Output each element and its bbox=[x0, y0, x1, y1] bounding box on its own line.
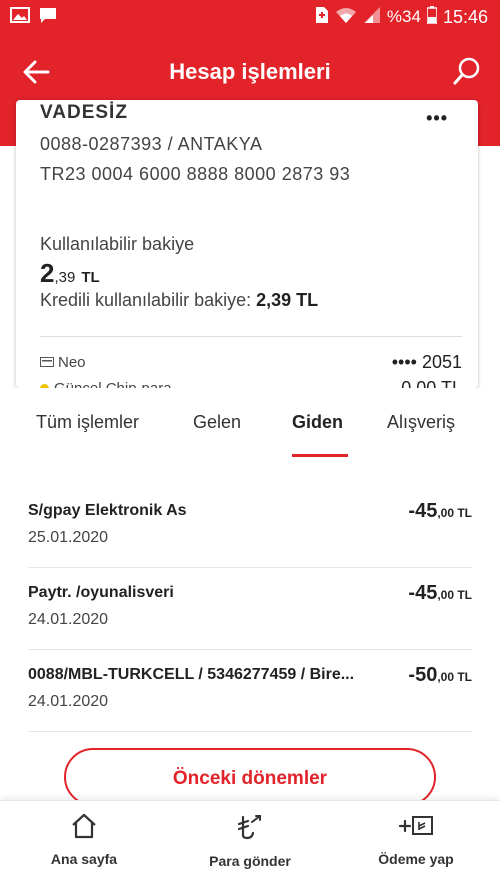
chip-value: 0,00 TL bbox=[401, 378, 462, 388]
transaction-tabs: Tüm işlemler Gelen Giden Alışveriş bbox=[0, 388, 500, 458]
nav-label: Ödeme yap bbox=[378, 851, 454, 867]
tab-all[interactable]: Tüm işlemler bbox=[36, 412, 139, 433]
clock: 15:46 bbox=[442, 6, 488, 27]
image-icon bbox=[10, 6, 30, 29]
battery-percent: %34 bbox=[386, 7, 421, 26]
transaction-list: S/gpay Elektronik As 25.01.2020 -45,00 T… bbox=[0, 486, 500, 732]
signal-icon bbox=[363, 6, 381, 29]
transaction-name: S/gpay Elektronik As bbox=[28, 502, 187, 519]
transaction-amount: -45,00 TL bbox=[408, 500, 472, 522]
payment-icon bbox=[346, 813, 486, 839]
nav-label: Ana sayfa bbox=[50, 851, 118, 867]
app-bar: Hesap işlemleri bbox=[0, 34, 500, 110]
tab-shopping[interactable]: Alışveriş bbox=[387, 412, 455, 433]
message-icon bbox=[38, 6, 58, 29]
available-balance-label: Kullanılabilir bakiye bbox=[40, 234, 195, 254]
bottom-nav: Ana sayfa Para gönder Ödeme yap bbox=[0, 800, 500, 890]
nav-home[interactable]: Ana sayfa bbox=[14, 813, 154, 867]
card-row-chip: Güncel Chip-para 0,00 TL bbox=[40, 378, 462, 388]
credit-balance: Kredili kullanılabilir bakiye: 2,39 TL bbox=[40, 290, 319, 310]
divider bbox=[40, 336, 462, 337]
transaction-name: Paytr. /oyunalisveri bbox=[28, 584, 174, 601]
search-icon[interactable] bbox=[452, 56, 482, 86]
transaction-row[interactable]: Paytr. /oyunalisveri 24.01.2020 -45,00 T… bbox=[28, 568, 472, 650]
card-row-neo: Neo •••• 2051 bbox=[40, 352, 462, 373]
available-balance: 2,39 TL bbox=[40, 258, 100, 288]
home-icon bbox=[14, 813, 154, 839]
transaction-amount: -45,00 TL bbox=[408, 582, 472, 604]
transaction-name: 0088/MBL-TURKCELL / 5346277459 / Bire... bbox=[28, 666, 355, 683]
battery-icon bbox=[426, 5, 438, 29]
active-tab-indicator bbox=[292, 454, 348, 457]
card-number: •••• 2051 bbox=[391, 352, 462, 372]
account-branch: 0088-0287393 / ANTAKYA bbox=[40, 134, 263, 154]
account-type: VADESİZ bbox=[40, 102, 128, 123]
account-iban: TR23 0004 6000 8888 8000 2873 93 bbox=[40, 164, 351, 184]
account-card[interactable]: VADESİZ ••• 0088-0287393 / ANTAKYA TR23 … bbox=[16, 100, 478, 388]
card-name: Neo bbox=[58, 354, 86, 371]
previous-periods-button[interactable]: Önceki dönemler bbox=[64, 748, 436, 806]
transaction-row[interactable]: S/gpay Elektronik As 25.01.2020 -45,00 T… bbox=[28, 486, 472, 568]
transaction-date: 25.01.2020 bbox=[28, 529, 109, 546]
wifi-icon bbox=[335, 6, 357, 29]
page-title: Hesap işlemleri bbox=[169, 59, 331, 84]
chip-label: Güncel Chip-para bbox=[54, 380, 172, 388]
transaction-date: 24.01.2020 bbox=[28, 693, 109, 710]
tab-outgoing[interactable]: Giden bbox=[292, 412, 343, 433]
transaction-date: 24.01.2020 bbox=[28, 611, 109, 628]
more-menu-icon[interactable]: ••• bbox=[426, 108, 448, 129]
nav-label: Para gönder bbox=[209, 853, 291, 869]
sim-icon bbox=[315, 6, 329, 29]
card-icon bbox=[40, 354, 54, 371]
status-bar: %34 15:46 bbox=[0, 0, 500, 34]
send-money-icon bbox=[180, 813, 320, 841]
transaction-row[interactable]: 0088/MBL-TURKCELL / 5346277459 / Bire...… bbox=[28, 650, 472, 732]
transaction-amount: -50,00 TL bbox=[408, 664, 472, 686]
tab-incoming[interactable]: Gelen bbox=[193, 412, 241, 433]
nav-send-money[interactable]: Para gönder bbox=[180, 813, 320, 869]
nav-payment[interactable]: Ödeme yap bbox=[346, 813, 486, 867]
